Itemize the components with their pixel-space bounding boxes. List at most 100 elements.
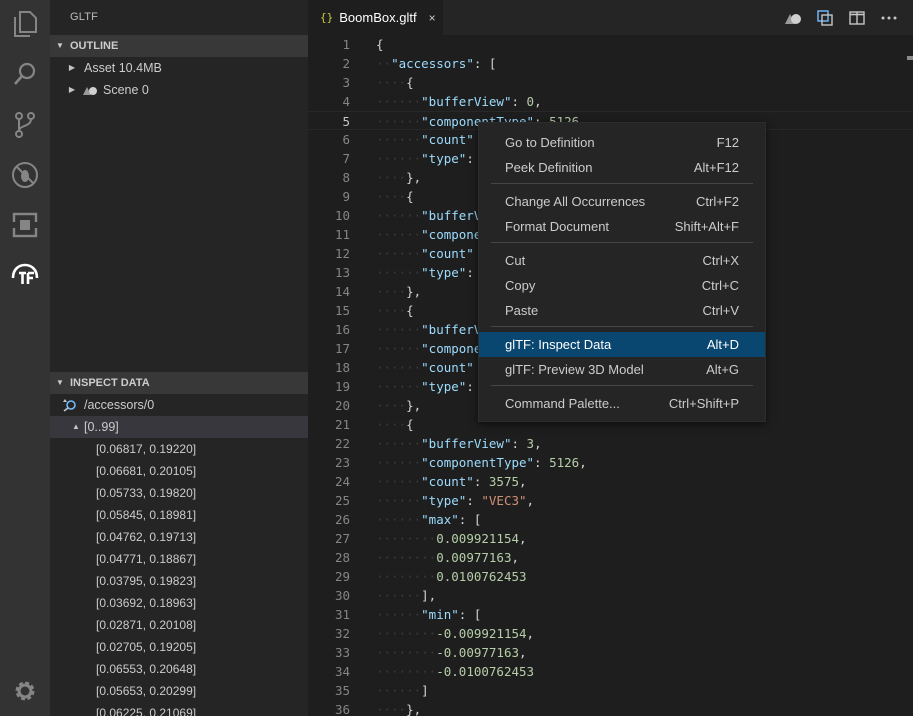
settings-gear-icon[interactable] (0, 669, 50, 713)
inspect-data-row[interactable]: [0.06225, 0.21069] (50, 702, 308, 716)
code-line[interactable]: 34 ········-0.0100762453 (308, 662, 913, 681)
whitespace-indicator: ········ (376, 645, 437, 660)
outline-tree: ▶ Asset 10.4MB ▶ Scene 0 (50, 57, 308, 101)
code-token: "accessors" (391, 56, 474, 71)
code-text: ······"bufferView": 0, (376, 92, 542, 111)
inspect-data-row[interactable]: [0.05845, 0.18981] (50, 504, 308, 526)
inspect-data-row[interactable]: [0.05653, 0.20299] (50, 680, 308, 702)
more-actions-icon[interactable] (873, 0, 905, 35)
inspect-data-row[interactable]: [0.06553, 0.20648] (50, 658, 308, 680)
gltf-icon[interactable] (0, 253, 50, 297)
menu-item-shortcut: F12 (716, 135, 739, 150)
explorer-icon[interactable] (0, 2, 50, 46)
code-line[interactable]: 35 ······] (308, 681, 913, 700)
json-file-icon: {} (320, 11, 334, 24)
menu-item-shortcut: Ctrl+V (702, 303, 739, 318)
inspect-section-header[interactable]: ▼ INSPECT DATA (50, 372, 308, 394)
code-text: ··"accessors": [ (376, 54, 496, 73)
code-line[interactable]: 2 ··"accessors": [ (308, 54, 913, 73)
outline-item-scene[interactable]: ▶ Scene 0 (50, 79, 308, 101)
inspect-data-row[interactable]: [0.02705, 0.19205] (50, 636, 308, 658)
line-number: 11 (334, 227, 350, 242)
code-line[interactable]: 29 ········0.0100762453 (308, 567, 913, 586)
whitespace-indicator: ········ (376, 550, 437, 565)
menu-item-gltf-inspect-data[interactable]: glTF: Inspect Data Alt+D (479, 332, 765, 357)
code-line[interactable]: 27 ········0.009921154, (308, 529, 913, 548)
search-icon[interactable] (0, 52, 50, 96)
split-editor-icon[interactable] (841, 0, 873, 35)
code-line[interactable]: 23 ······"componentType": 5126, (308, 453, 913, 472)
menu-item-peek-definition[interactable]: Peek Definition Alt+F12 (479, 155, 765, 180)
activity-bar (0, 0, 50, 716)
menu-item-paste[interactable]: Paste Ctrl+V (479, 298, 765, 323)
debug-icon[interactable] (0, 153, 50, 197)
code-line[interactable]: 28 ········0.00977163, (308, 548, 913, 567)
outline-item-asset[interactable]: ▶ Asset 10.4MB (50, 57, 308, 79)
code-line[interactable]: 22 ······"bufferView": 3, (308, 434, 913, 453)
inspect-header-label: INSPECT DATA (70, 377, 150, 389)
inspect-data-row[interactable]: [0.04762, 0.19713] (50, 526, 308, 548)
code-text: ······"compone (376, 225, 481, 244)
code-text: ········-0.009921154, (376, 624, 534, 643)
open-changes-icon[interactable] (809, 0, 841, 35)
menu-item-format-document[interactable]: Format Document Shift+Alt+F (479, 214, 765, 239)
inspect-data-row[interactable]: [0.06681, 0.20105] (50, 460, 308, 482)
code-text: ······"bufferView": 3, (376, 434, 542, 453)
menu-item-label: glTF: Preview 3D Model (505, 362, 644, 377)
whitespace-indicator: ······ (376, 379, 422, 394)
extensions-icon[interactable] (0, 203, 50, 247)
whitespace-indicator: ······ (376, 474, 422, 489)
menu-item-command-palette[interactable]: Command Palette... Ctrl+Shift+P (479, 391, 765, 416)
menu-item-go-to-definition[interactable]: Go to Definition F12 (479, 130, 765, 155)
inspect-data-row[interactable]: [0.06817, 0.19220] (50, 438, 308, 460)
source-control-icon[interactable] (0, 103, 50, 147)
code-line[interactable]: 24 ······"count": 3575, (308, 472, 913, 491)
code-line[interactable]: 36 ····}, (308, 700, 913, 716)
whitespace-indicator: ········ (376, 626, 437, 641)
code-text: ······"type": (376, 377, 474, 396)
close-icon[interactable]: × (429, 11, 436, 25)
code-line[interactable]: 4 ······"bufferView": 0, (308, 92, 913, 111)
menu-item-cut[interactable]: Cut Ctrl+X (479, 248, 765, 273)
code-line[interactable]: 33 ········-0.00977163, (308, 643, 913, 662)
whitespace-indicator: ······ (376, 341, 422, 356)
menu-item-label: Change All Occurrences (505, 194, 646, 209)
scrollbar-marker[interactable] (907, 56, 913, 60)
whitespace-indicator: ·· (376, 56, 392, 71)
sidebar: GLTF ▼ OUTLINE ▶ Asset 10.4MB ▶ Scene 0 … (50, 0, 308, 716)
code-line[interactable]: 1{ (308, 35, 913, 54)
inspect-data-row[interactable]: [0.03692, 0.18963] (50, 592, 308, 614)
line-number: 29 (334, 569, 350, 584)
line-number: 23 (334, 455, 350, 470)
line-number: 3 (342, 75, 350, 90)
code-line[interactable]: 25 ······"type": "VEC3", (308, 491, 913, 510)
whitespace-indicator: ······ (376, 588, 422, 603)
inspect-group-label: [0..99] (84, 420, 119, 434)
code-line[interactable]: 32 ········-0.009921154, (308, 624, 913, 643)
inspect-data-row[interactable]: [0.02871, 0.20108] (50, 614, 308, 636)
code-token: 5126 (549, 455, 580, 470)
line-number: 21 (334, 417, 350, 432)
inspect-data-row[interactable]: [0.03795, 0.19823] (50, 570, 308, 592)
code-line[interactable]: 30 ······], (308, 586, 913, 605)
menu-separator (491, 183, 753, 184)
code-text: ······"compone (376, 339, 481, 358)
menu-item-gltf-preview-3d-model[interactable]: glTF: Preview 3D Model Alt+G (479, 357, 765, 382)
code-token: 3 (526, 436, 535, 451)
outline-section-header[interactable]: ▼ OUTLINE (50, 35, 308, 57)
code-line[interactable]: 3 ····{ (308, 73, 913, 92)
code-text: ········0.009921154, (376, 529, 527, 548)
code-line[interactable]: 26 ······"max": [ (308, 510, 913, 529)
menu-item-copy[interactable]: Copy Ctrl+C (479, 273, 765, 298)
tab-boombox-gltf[interactable]: {} BoomBox.gltf × (308, 0, 443, 35)
inspect-group-row[interactable]: ▲ [0..99] (50, 416, 308, 438)
inspect-path-row[interactable]: /accessors/0 (50, 394, 308, 416)
code-line[interactable]: 31 ······"min": [ (308, 605, 913, 624)
code-token: "min" (421, 607, 459, 622)
inspect-data-row[interactable]: [0.04771, 0.18867] (50, 548, 308, 570)
inspect-data-row[interactable]: [0.05733, 0.19820] (50, 482, 308, 504)
preview-3d-icon[interactable] (777, 0, 809, 35)
menu-item-change-all-occurrences[interactable]: Change All Occurrences Ctrl+F2 (479, 189, 765, 214)
whitespace-indicator: ······ (376, 132, 422, 147)
whitespace-indicator: ········ (376, 569, 437, 584)
